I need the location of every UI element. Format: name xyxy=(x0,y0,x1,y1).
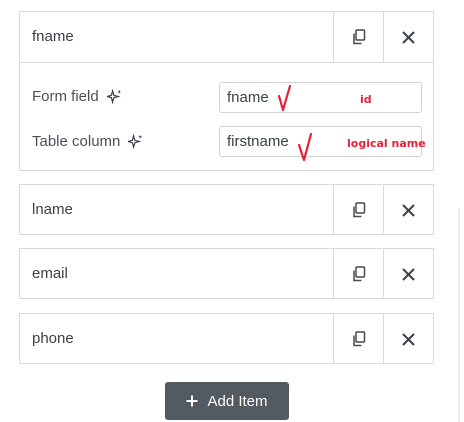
item-name: lname xyxy=(32,201,73,218)
scrollbar-track[interactable] xyxy=(458,208,460,422)
add-item-label: Add Item xyxy=(207,392,268,410)
remove-button[interactable] xyxy=(383,185,433,235)
sparkle-icon[interactable] xyxy=(106,89,122,104)
sparkle-icon[interactable] xyxy=(128,134,143,149)
item-header[interactable]: fname xyxy=(20,12,433,62)
item-header[interactable]: email xyxy=(20,249,433,299)
remove-button[interactable] xyxy=(383,314,433,364)
copy-icon xyxy=(352,29,365,45)
annotation-id: id xyxy=(360,93,372,106)
copy-button[interactable] xyxy=(333,249,383,299)
item-name: fname xyxy=(32,28,74,45)
item-card-phone: phone xyxy=(19,313,434,364)
form-field-label: Form field xyxy=(32,88,122,105)
table-column-label: Table column xyxy=(32,133,143,150)
checkmark-annotation-icon xyxy=(277,84,292,112)
table-column-label-text: Table column xyxy=(32,133,121,150)
copy-icon xyxy=(352,202,365,218)
checkmark-annotation-icon xyxy=(297,132,313,162)
item-header[interactable]: lname xyxy=(20,185,433,235)
form-field-label-text: Form field xyxy=(32,88,99,105)
item-card-email: email xyxy=(19,248,434,299)
close-icon xyxy=(402,30,415,44)
item-name: email xyxy=(32,265,68,282)
remove-button[interactable] xyxy=(383,12,433,62)
item-card-lname: lname xyxy=(19,184,434,235)
item-header[interactable]: phone xyxy=(20,314,433,364)
copy-button[interactable] xyxy=(333,314,383,364)
form-field-input[interactable] xyxy=(219,82,422,113)
copy-icon xyxy=(352,266,365,282)
item-name: phone xyxy=(32,330,74,347)
plus-icon xyxy=(186,395,198,407)
annotation-logical-name: logical name xyxy=(347,137,426,150)
add-item-button[interactable]: Add Item xyxy=(165,382,289,420)
close-icon xyxy=(402,332,415,346)
copy-button[interactable] xyxy=(333,185,383,235)
close-icon xyxy=(402,203,415,217)
close-icon xyxy=(402,267,415,281)
remove-button[interactable] xyxy=(383,249,433,299)
copy-icon xyxy=(352,331,365,347)
copy-button[interactable] xyxy=(333,12,383,62)
item-details: Form field Table column xyxy=(20,62,433,170)
